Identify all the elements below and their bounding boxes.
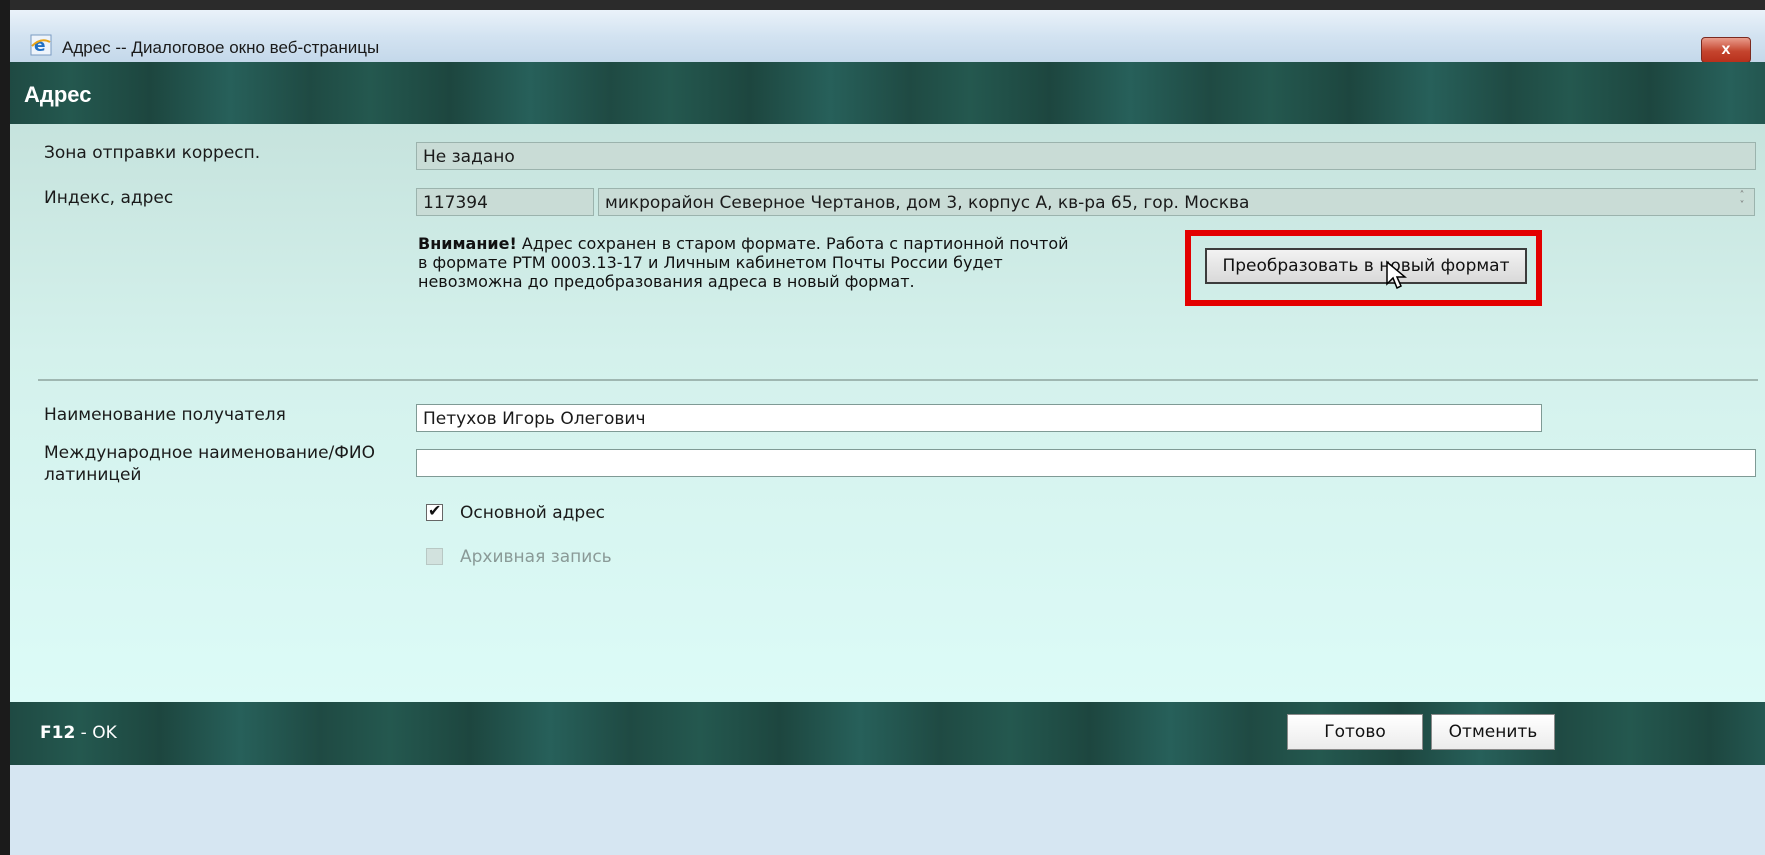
archive-label: Архивная запись (460, 547, 612, 567)
cancel-button[interactable]: Отменить (1431, 714, 1555, 750)
zone-field[interactable]: Не задано (416, 142, 1756, 170)
address-label: Индекс, адрес (44, 188, 174, 208)
hint-key: F12 (40, 723, 76, 743)
internet-explorer-icon: e (30, 34, 52, 56)
warning-bold: Внимание! (418, 234, 517, 253)
main-address-label: Основной адрес (460, 503, 605, 523)
header-band: Адрес (10, 62, 1765, 124)
warning-line1: Адрес сохранен в старом формате. Работа … (516, 234, 1069, 253)
page-title: Адрес (24, 82, 92, 107)
form-area: Зона отправки корресп. Не задано Индекс,… (10, 124, 1765, 702)
intl-name-label: Международное наименование/ФИО латиницей (44, 442, 375, 486)
scroll-arrows-icon[interactable]: ˄ ˅ (1734, 191, 1750, 213)
section-divider (38, 379, 1758, 381)
svg-text:e: e (34, 36, 46, 56)
footer-bar: F12 - OK Готово Отменить (10, 702, 1765, 765)
done-button[interactable]: Готово (1287, 714, 1423, 750)
address-field[interactable]: микрорайон Северное Чертанов, дом 3, кор… (598, 188, 1755, 216)
title-bar: e Адрес -- Диалоговое окно веб-страницы … (10, 10, 1765, 63)
intl-label-line1: Международное наименование/ФИО (44, 443, 376, 463)
screen-top-edge (0, 0, 1765, 10)
warning-line3: невозможна до предобразования адреса в н… (418, 272, 915, 291)
main-address-checkbox[interactable]: ✔ (426, 501, 443, 521)
intl-label-line2: латиницей (44, 465, 142, 485)
mouse-cursor-icon (1386, 260, 1407, 290)
recipient-label: Наименование получателя (44, 405, 286, 425)
window-title: Адрес -- Диалоговое окно веб-страницы (62, 38, 380, 57)
close-button[interactable]: x (1701, 37, 1751, 63)
dialog-window: e Адрес -- Диалоговое окно веб-страницы … (10, 10, 1765, 855)
format-warning: Внимание! Адрес сохранен в старом формат… (418, 234, 1178, 291)
hint-text: - OK (75, 723, 117, 743)
close-icon: x (1721, 41, 1731, 58)
intl-name-field[interactable] (416, 449, 1756, 477)
zone-label: Зона отправки корресп. (44, 143, 261, 163)
archive-checkbox[interactable] (426, 548, 443, 565)
address-text: микрорайон Северное Чертанов, дом 3, кор… (605, 193, 1250, 213)
warning-line2: в формате РТМ 0003.13-17 и Личным кабине… (418, 253, 1003, 272)
footer-hint: F12 - OK (40, 723, 117, 743)
recipient-field[interactable]: Петухов Игорь Олегович (416, 404, 1542, 432)
postal-index-field[interactable]: 117394 (416, 188, 594, 216)
convert-format-button[interactable]: Преобразовать в новый формат (1205, 248, 1527, 284)
screen-left-edge (0, 0, 10, 855)
checkmark-icon: ✔ (428, 501, 442, 520)
